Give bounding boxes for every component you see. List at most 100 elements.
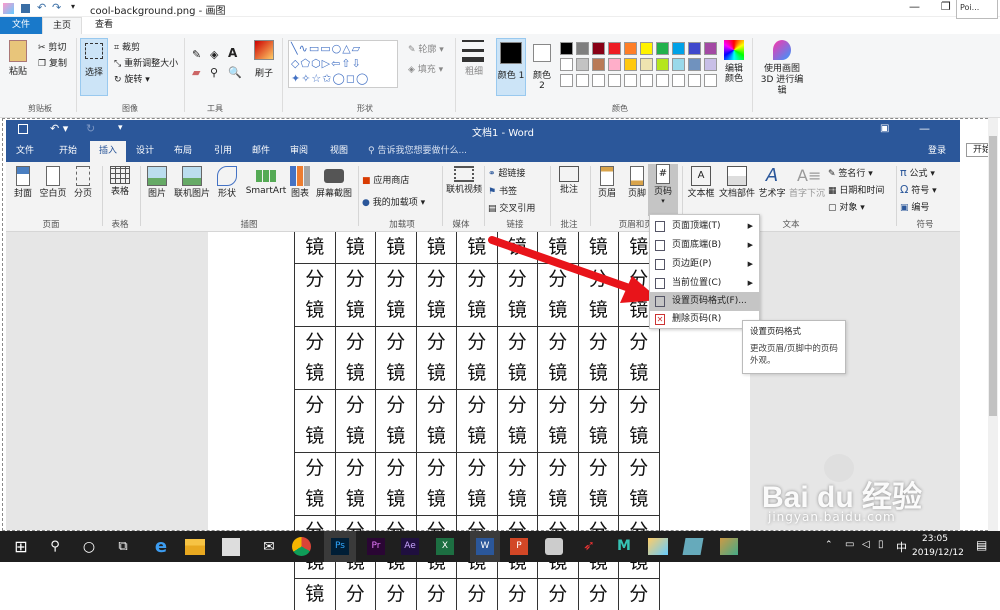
ribbon-display-icon[interactable]: ▣: [880, 123, 889, 134]
table-cell[interactable]: 分: [538, 327, 579, 359]
table-cell[interactable]: 镜: [376, 484, 417, 516]
table-cell[interactable]: 镜: [295, 358, 336, 390]
color-swatch[interactable]: [688, 58, 701, 71]
empty-swatch[interactable]: [672, 74, 685, 87]
table-cell[interactable]: 分: [376, 453, 417, 485]
store-button[interactable]: ■ 应用商店: [362, 173, 409, 186]
table-cell[interactable]: 分: [335, 327, 376, 359]
fill-icon[interactable]: ◈: [210, 48, 218, 61]
table-cell[interactable]: 分: [416, 264, 457, 296]
save-icon[interactable]: [21, 4, 30, 13]
wordart-button[interactable]: A艺术字: [756, 166, 788, 199]
table-cell[interactable]: 镜: [538, 358, 579, 390]
undo-icon[interactable]: ↶: [37, 1, 46, 14]
word-undo-icon[interactable]: ↶ ▾: [50, 122, 68, 135]
table-cell[interactable]: 分: [295, 327, 336, 359]
color-swatch[interactable]: [656, 42, 669, 55]
cut-button[interactable]: ✂ 剪切: [38, 40, 66, 53]
table-cell[interactable]: 分: [538, 579, 579, 610]
table-cell[interactable]: 分: [619, 579, 660, 610]
table-cell[interactable]: 镜: [295, 421, 336, 453]
color1-button[interactable]: 颜色 1: [496, 38, 526, 96]
cover-button[interactable]: 封面: [10, 166, 36, 199]
size-button[interactable]: 粗细: [462, 40, 486, 77]
footer-button[interactable]: 页脚: [624, 166, 650, 199]
text-icon[interactable]: A: [228, 46, 237, 60]
fill-button[interactable]: ◈ 填充 ▾: [408, 62, 443, 75]
table-cell[interactable]: 分: [335, 264, 376, 296]
table-cell[interactable]: 分: [457, 327, 498, 359]
color-swatch[interactable]: [624, 42, 637, 55]
word-redo-icon[interactable]: ↻: [86, 122, 95, 135]
store-icon[interactable]: [222, 538, 240, 556]
my-addins-button[interactable]: ● 我的加载项 ▾: [362, 195, 425, 208]
color-swatch[interactable]: [640, 42, 653, 55]
chart-button[interactable]: 图表: [288, 166, 312, 199]
table-cell[interactable]: 镜: [619, 421, 660, 453]
table-cell[interactable]: 镜: [619, 358, 660, 390]
table-cell[interactable]: 分: [457, 453, 498, 485]
empty-swatch[interactable]: [656, 74, 669, 87]
table-cell[interactable]: 镜: [619, 484, 660, 516]
word-save-icon[interactable]: [18, 124, 28, 134]
table-cell[interactable]: 镜: [416, 421, 457, 453]
outline-button[interactable]: ✎ 轮廓 ▾: [408, 42, 444, 55]
scrollbar-thumb[interactable]: [989, 136, 997, 416]
table-cell[interactable]: 分: [335, 453, 376, 485]
color-swatch[interactable]: [592, 58, 605, 71]
chrome-icon[interactable]: [292, 537, 311, 556]
shapes-gallery[interactable]: ╲∿▭▭○△▱◇⬠⬡▷⇦⇧⇩✦✧☆✩◯◻◯: [288, 40, 398, 88]
table-cell[interactable]: 分: [295, 453, 336, 485]
online-video-button[interactable]: 联机视频: [444, 166, 484, 195]
app-icon-5[interactable]: [720, 538, 738, 555]
color-picker-icon[interactable]: ⚲: [210, 66, 218, 79]
table-cell[interactable]: 镜: [335, 421, 376, 453]
color2-button[interactable]: 颜色 2: [530, 38, 554, 91]
app-icon-2[interactable]: ➶: [580, 538, 598, 555]
table-cell[interactable]: 镜: [578, 484, 619, 516]
powerpoint-icon[interactable]: P: [510, 538, 528, 555]
color-swatch[interactable]: [560, 58, 573, 71]
comment-button[interactable]: 批注: [554, 166, 584, 195]
color-swatch[interactable]: [672, 58, 685, 71]
table-cell[interactable]: 镜: [497, 484, 538, 516]
rotate-button[interactable]: ↻ 旋转 ▾: [114, 72, 150, 85]
excel-icon[interactable]: X: [436, 538, 454, 555]
paint-tab-home[interactable]: 主页: [42, 17, 82, 34]
empty-swatch[interactable]: [624, 74, 637, 87]
blank-page-button[interactable]: 空白页: [38, 166, 68, 199]
color-swatch[interactable]: [608, 42, 621, 55]
task-view-icon[interactable]: ⧉: [110, 534, 136, 560]
page-number-button[interactable]: #页码▾: [648, 164, 678, 216]
table-cell[interactable]: 分: [376, 327, 417, 359]
table-cell[interactable]: 分: [335, 579, 376, 610]
menu-item-page-bottom[interactable]: 页面底端(B)▶: [650, 236, 759, 255]
tray-chevron-icon[interactable]: ⌃: [825, 540, 833, 550]
table-cell[interactable]: 分: [578, 390, 619, 422]
app-icon-3[interactable]: M: [615, 538, 633, 555]
table-cell[interactable]: 分: [376, 579, 417, 610]
clock-time[interactable]: 23:05: [922, 534, 948, 544]
color-swatch[interactable]: [688, 42, 701, 55]
table-cell[interactable]: 分: [376, 264, 417, 296]
tab-file[interactable]: 文件: [16, 141, 34, 162]
picture-button[interactable]: 图片: [144, 166, 170, 199]
edit-colors-button[interactable]: 编辑颜色: [722, 40, 746, 84]
color-swatch[interactable]: [704, 42, 717, 55]
tab-view[interactable]: 视图: [330, 141, 348, 162]
shapes-button[interactable]: 形状: [214, 166, 240, 199]
ime-indicator[interactable]: 中: [896, 539, 907, 555]
table-button[interactable]: 表格: [106, 166, 134, 197]
tab-insert[interactable]: 插入: [90, 141, 126, 162]
table-cell[interactable]: 镜: [416, 295, 457, 327]
eraser-icon[interactable]: ▰: [192, 66, 200, 79]
app-icon-1[interactable]: [545, 538, 563, 555]
color-swatch[interactable]: [576, 42, 589, 55]
table-cell[interactable]: 分: [497, 390, 538, 422]
tab-references[interactable]: 引用: [214, 141, 232, 162]
color-swatch[interactable]: [624, 58, 637, 71]
redo-icon[interactable]: ↷: [52, 1, 61, 14]
color-swatch[interactable]: [672, 42, 685, 55]
online-picture-button[interactable]: 联机图片: [172, 166, 212, 199]
table-cell[interactable]: 分: [416, 579, 457, 610]
